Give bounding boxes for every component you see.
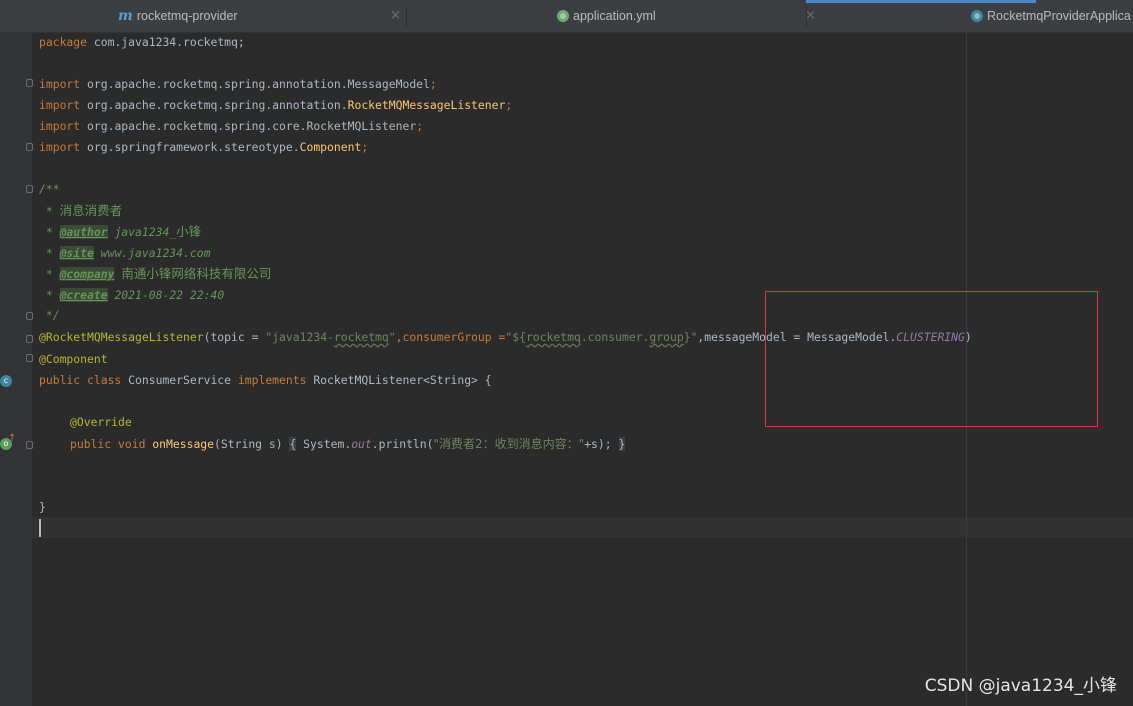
tab-label: RocketmqProviderApplica xyxy=(987,9,1131,23)
code-line: * @author java1234_小锋 xyxy=(39,224,202,239)
code-line: import org.apache.rocketmq.spring.annota… xyxy=(39,77,437,91)
fold-marker-icon[interactable] xyxy=(26,312,33,320)
spring-bean-gutter-icon[interactable]: c xyxy=(0,375,12,387)
highlight-box xyxy=(765,291,1098,427)
spring-class-icon xyxy=(971,10,983,22)
code-line: import org.apache.rocketmq.spring.core.R… xyxy=(39,119,424,133)
editor-tab-bar: m rocketmq-provider × application.yml × … xyxy=(0,0,1133,33)
code-line: * @site www.java1234.com xyxy=(39,246,211,260)
code-line: import org.springframework.stereotype.Co… xyxy=(39,140,369,154)
code-line: * @create 2021-08-22 22:40 xyxy=(39,288,225,302)
editor-gutter[interactable] xyxy=(0,32,33,706)
code-line: package com.java1234.rocketmq; xyxy=(39,35,245,49)
code-line: @Override xyxy=(70,415,132,429)
watermark: CSDN @java1234_小锋 xyxy=(924,676,1117,696)
tab-rocketmq-provider-application[interactable]: RocketmqProviderApplica xyxy=(968,0,1133,32)
code-line: import org.apache.rocketmq.spring.annota… xyxy=(39,98,513,112)
fold-marker-icon[interactable] xyxy=(26,335,33,343)
tab-rocketmq-provider[interactable]: m rocketmq-provider × xyxy=(0,0,406,32)
code-line: @Component xyxy=(39,352,108,366)
code-line: /** xyxy=(39,182,60,196)
fold-marker-icon[interactable] xyxy=(26,354,33,362)
code-line: */ xyxy=(39,308,60,322)
fold-marker-icon[interactable] xyxy=(26,143,33,151)
tab-label: application.yml xyxy=(573,9,656,23)
current-line-highlight xyxy=(32,517,1133,538)
code-line: * @company 南通小锋网络科技有限公司 xyxy=(39,266,272,281)
close-icon[interactable]: × xyxy=(390,8,401,23)
tab-divider xyxy=(806,6,807,28)
fold-marker-icon[interactable] xyxy=(26,79,33,87)
code-line: * 消息消费者 xyxy=(39,203,123,218)
fold-marker-icon[interactable] xyxy=(26,185,33,193)
tab-application-yml[interactable]: application.yml × xyxy=(407,0,816,32)
override-arrow-icon[interactable]: ↑ xyxy=(8,433,16,444)
m-module-icon: m xyxy=(118,8,133,24)
code-line: public class ConsumerService implements … xyxy=(39,373,492,387)
code-line: public void onMessage(String s) { System… xyxy=(70,437,626,451)
spring-config-icon xyxy=(557,10,569,22)
tab-label: rocketmq-provider xyxy=(136,9,238,23)
fold-marker-icon[interactable] xyxy=(26,441,33,449)
code-line: } xyxy=(39,500,46,514)
text-caret xyxy=(39,519,41,537)
